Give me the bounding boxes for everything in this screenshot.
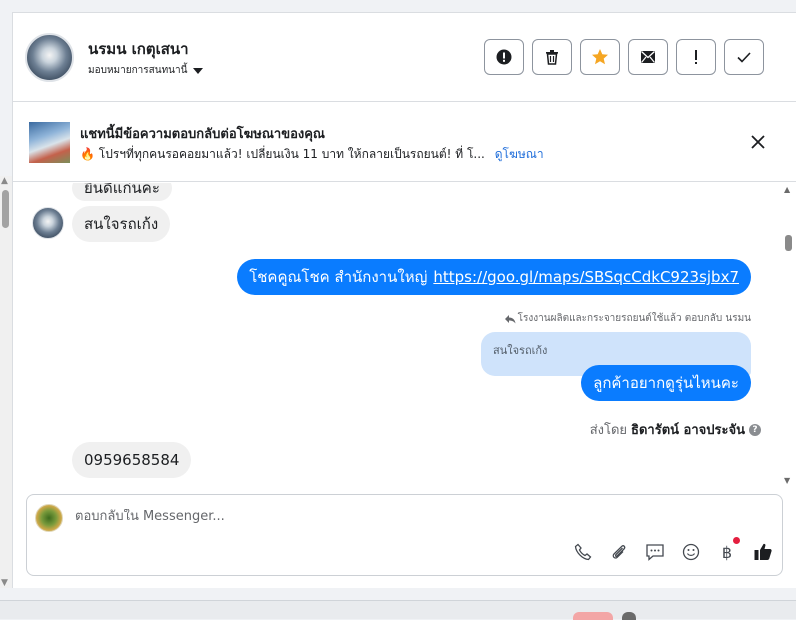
conversation-panel: นรมน เกตุเสนา มอบหมายการสนทนานี้ แชทนี้ม… xyxy=(12,12,796,588)
view-ad-link[interactable]: ดูโฆษณา xyxy=(495,147,544,161)
notification-dot xyxy=(733,537,740,544)
reply-note: โรงงานผลิตและกระจายรถยนต์ใช้แล้ว ตอบกลับ… xyxy=(504,311,751,326)
ad-banner-title: แชทนี้มีข้อความตอบกลับต่อโฆษณาของคุณ xyxy=(80,127,325,142)
sent-by-label: ส่งโดย ธิดารัตน์ อาจประจัน ? xyxy=(590,419,761,440)
thumbs-up-icon[interactable] xyxy=(752,541,774,563)
page-scroll-thumb[interactable] xyxy=(2,190,9,228)
conversation-header: นรมน เกตุเสนา มอบหมายการสนทนานี้ xyxy=(13,13,796,102)
help-icon[interactable]: ? xyxy=(749,423,761,436)
page-scrollbar[interactable]: ▲ ▼ xyxy=(0,176,12,588)
message-text: ลูกค้าอยากดูรุ่นไหนคะ xyxy=(593,374,739,392)
quoted-text: สนใจรถเก้ง xyxy=(493,344,548,357)
follow-up-button[interactable] xyxy=(676,39,716,75)
paperclip-icon[interactable] xyxy=(608,541,630,563)
composer-toolbar: ฿ xyxy=(572,537,774,563)
thread-scrollbar[interactable]: ▲ ▼ xyxy=(783,185,793,485)
maps-link[interactable]: https://goo.gl/maps/SBSqcCdkC923sjbx7 xyxy=(433,268,739,286)
mark-unread-icon xyxy=(641,51,655,63)
fire-icon: 🔥 xyxy=(80,147,95,161)
trash-icon xyxy=(546,50,558,65)
ad-thumbnail[interactable] xyxy=(29,122,70,163)
contact-name[interactable]: นรมน เกตุเสนา xyxy=(88,37,189,61)
check-icon xyxy=(737,52,751,63)
message-text: สนใจรถเก้ง xyxy=(84,215,159,233)
mark-unread-button[interactable] xyxy=(628,39,668,75)
close-icon[interactable] xyxy=(749,133,767,151)
star-button[interactable] xyxy=(580,39,620,75)
done-button[interactable] xyxy=(724,39,764,75)
scroll-up-arrow-icon[interactable]: ▲ xyxy=(1,176,8,186)
caret-down-icon xyxy=(193,67,204,74)
thread-scroll-thumb[interactable] xyxy=(785,235,792,251)
phone-icon[interactable] xyxy=(572,541,594,563)
reply-arrow-icon xyxy=(504,314,516,323)
message-incoming: 0959658584 xyxy=(72,442,192,478)
reply-composer: ฿ xyxy=(26,494,783,576)
header-actions xyxy=(484,39,764,75)
message-outgoing: ลูกค้าอยากดูรุ่นไหนคะ xyxy=(581,365,751,401)
star-icon xyxy=(592,49,608,65)
alert-circle-icon xyxy=(496,49,512,65)
ad-text: โปรฯที่ทุกคนรอคอยมาแล้ว! เปลี่ยนเงิน 11 … xyxy=(98,147,485,161)
message-outgoing: โชคคูณโชค สำนักงานใหญ่ https://goo.gl/ma… xyxy=(237,259,751,295)
ad-reply-banner: แชทนี้มีข้อความตอบกลับต่อโฆษณาของคุณ 🔥 โ… xyxy=(13,103,796,182)
sent-by-prefix: ส่งโดย xyxy=(589,423,628,438)
spam-button[interactable] xyxy=(484,39,524,75)
message-text: 0959658584 xyxy=(84,451,180,469)
message-incoming: ยินดีแก่นคะ xyxy=(72,183,172,201)
contact-avatar-small[interactable] xyxy=(32,207,64,239)
page-avatar xyxy=(35,504,63,532)
scroll-down-arrow-icon[interactable]: ▼ xyxy=(1,578,8,588)
delete-button[interactable] xyxy=(532,39,572,75)
message-text: ยินดีแก่นคะ xyxy=(84,183,160,197)
scroll-down-arrow-icon[interactable]: ▼ xyxy=(784,476,790,485)
assign-label: มอบหมายการสนทนานี้ xyxy=(88,65,188,76)
reply-input[interactable] xyxy=(75,509,675,524)
ad-banner-subtitle: 🔥 โปรฯที่ทุกคนรอคอยมาแล้ว! เปลี่ยนเงิน 1… xyxy=(80,145,544,164)
baht-payment-icon[interactable]: ฿ xyxy=(716,537,740,563)
scroll-up-arrow-icon[interactable]: ▲ xyxy=(784,185,790,194)
message-text: โชคคูณโชค สำนักงานใหญ่ xyxy=(249,268,428,286)
assign-conversation-dropdown[interactable]: มอบหมายการสนทนานี้ xyxy=(88,63,204,78)
message-thread[interactable]: ยินดีแก่นคะ สนใจรถเก้ง โชคคูณโชค สำนักงา… xyxy=(13,183,796,496)
contact-avatar[interactable] xyxy=(25,33,74,82)
reply-note-text: โรงงานผลิตและกระจายรถยนต์ใช้แล้ว ตอบกลับ… xyxy=(517,313,751,324)
message-incoming: สนใจรถเก้ง xyxy=(72,206,171,242)
emoji-icon[interactable] xyxy=(680,541,702,563)
taskbar xyxy=(0,600,796,620)
sender-name: ธิดารัตน์ อาจประจัน xyxy=(631,423,745,438)
follow-up-icon xyxy=(695,50,697,64)
saved-reply-icon[interactable] xyxy=(644,541,666,563)
